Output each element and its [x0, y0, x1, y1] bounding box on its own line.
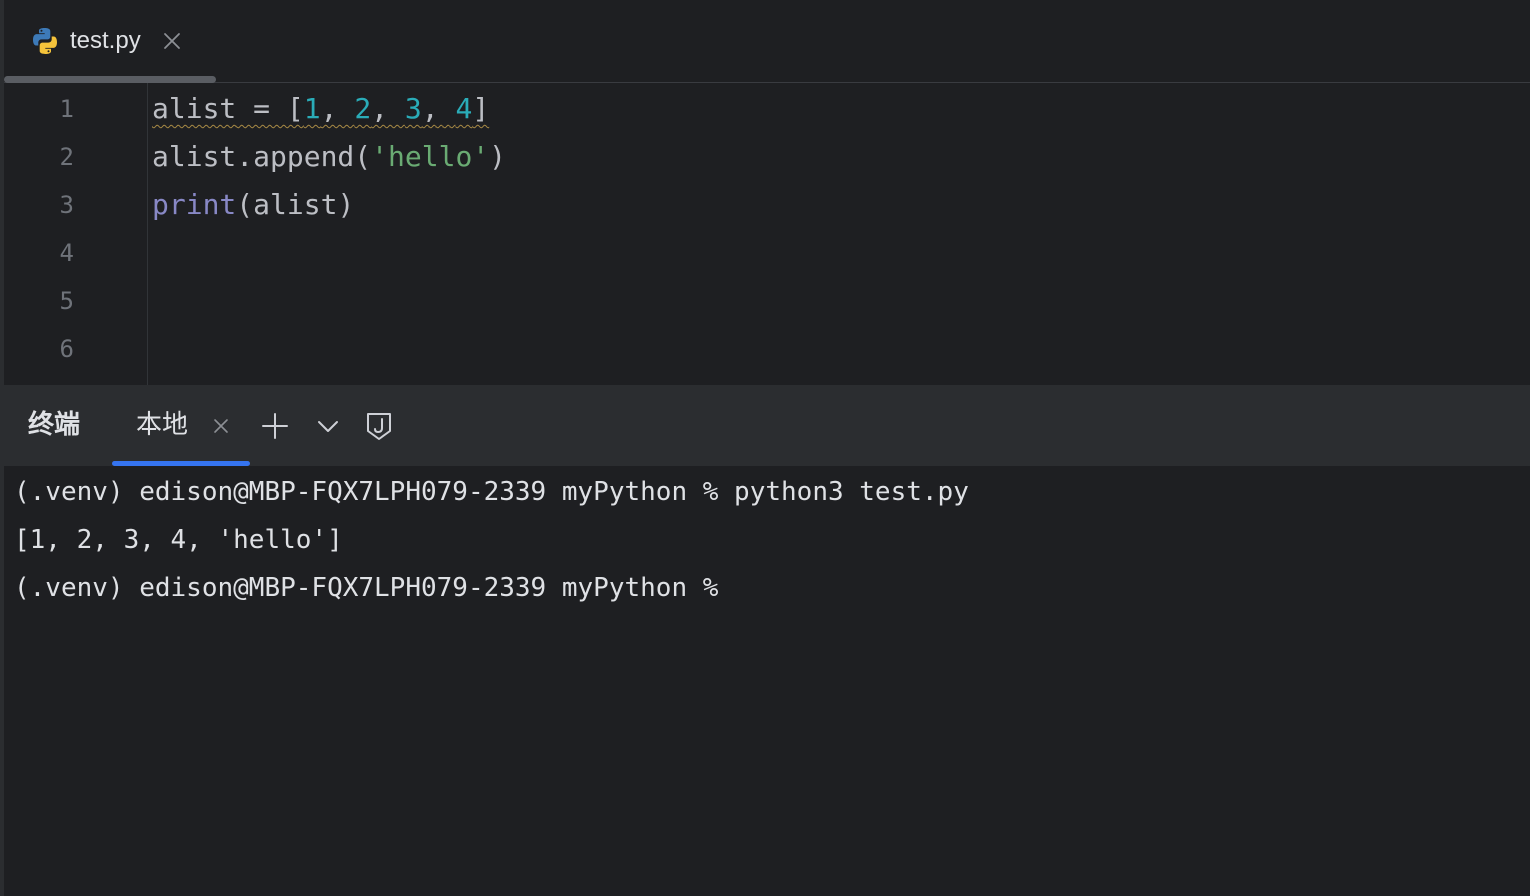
code-editor[interactable]: 123456 alist = [1, 2, 3, 4] alist.append(… — [4, 83, 1530, 385]
code-line[interactable]: alist.append('hello') — [152, 133, 506, 181]
code-token: alist.append( — [152, 140, 372, 173]
line-number: 5 — [59, 287, 74, 315]
code-token: = [ — [236, 92, 304, 125]
editor-tab-label: test.py — [70, 27, 141, 54]
session-dropdown-button[interactable] — [311, 409, 345, 443]
code-token: , — [320, 92, 355, 125]
code-token: (alist) — [236, 188, 355, 221]
line-number: 2 — [59, 143, 74, 171]
line-number: 4 — [59, 239, 74, 267]
code-line[interactable]: alist = [1, 2, 3, 4] — [152, 85, 489, 133]
code-token: 4 — [455, 92, 473, 125]
terminal-line: [1, 2, 3, 4, 'hello'] — [14, 525, 343, 555]
shell-integration-button[interactable] — [362, 409, 396, 443]
chevron-down-icon — [318, 421, 338, 432]
terminal-line: (.venv) edison@MBP-FQX7LPH079-2339 myPyt… — [14, 477, 969, 507]
editor-tab-bar: test.py — [4, 0, 1530, 83]
code-token: 1 — [303, 92, 321, 125]
close-icon[interactable] — [161, 30, 183, 52]
terminal-tab-local[interactable]: 本地 — [112, 385, 250, 466]
line-number: 1 — [59, 95, 74, 123]
tab-scrollbar-thumb[interactable] — [4, 76, 216, 83]
terminal-output[interactable]: (.venv) edison@MBP-FQX7LPH079-2339 myPyt… — [4, 466, 1530, 896]
code-token: alist — [152, 92, 237, 125]
line-number-gutter: 1 2 3 4 5 6 — [4, 83, 148, 385]
close-icon[interactable] — [212, 417, 230, 435]
line-number: 3 — [59, 191, 74, 219]
plus-icon — [262, 413, 288, 439]
editor-tab-test-py[interactable]: test.py — [4, 0, 216, 82]
code-line[interactable]: print(alist) — [152, 181, 354, 229]
terminal-tool-window-header: 终端 本地 — [4, 385, 1530, 466]
code-token: print — [152, 188, 237, 221]
python-icon — [30, 26, 60, 56]
line-number: 6 — [59, 335, 74, 363]
code-token: ] — [472, 92, 490, 125]
code-token: 'hello' — [371, 140, 490, 173]
code-token: , — [371, 92, 405, 125]
terminal-title: 终端 — [28, 410, 81, 440]
terminal-line: (.venv) edison@MBP-FQX7LPH079-2339 myPyt… — [14, 573, 719, 603]
terminal-tab-label: 本地 — [136, 410, 189, 440]
new-session-button[interactable] — [258, 409, 292, 443]
code-token: 3 — [404, 92, 422, 125]
code-token: , — [421, 92, 456, 125]
code-token: 2 — [354, 92, 372, 125]
shield-j-icon — [367, 413, 391, 440]
ide-window: test.py 123456 alist = [1, 2, 3, 4] alist… — [0, 0, 1530, 896]
code-token: ) — [489, 140, 507, 173]
